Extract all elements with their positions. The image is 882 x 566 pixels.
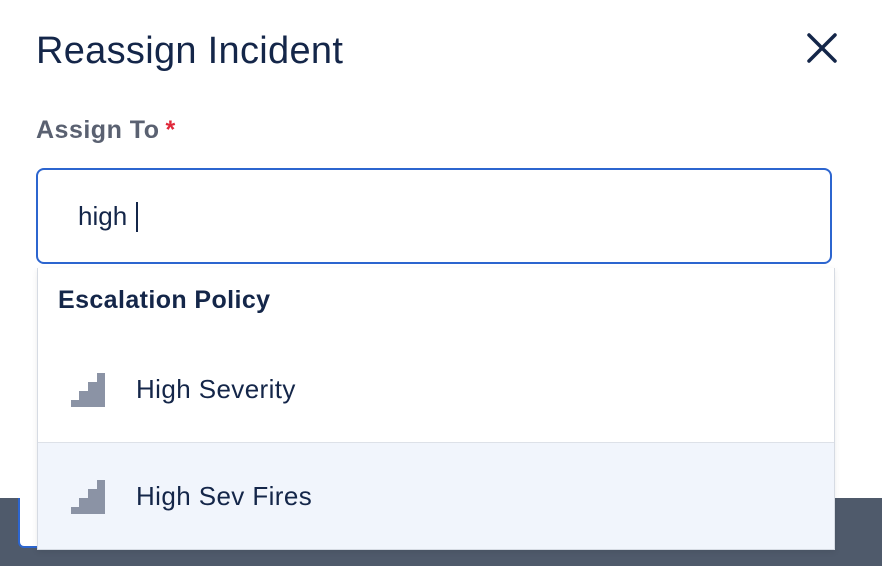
assign-to-field[interactable] (36, 168, 832, 264)
option-high-sev-fires[interactable]: High Sev Fires (38, 443, 834, 549)
escalation-policy-icon (71, 480, 105, 514)
option-label: High Severity (136, 373, 296, 404)
assign-to-label: Assign To * (36, 116, 176, 145)
text-caret (136, 202, 138, 232)
option-high-severity[interactable]: High Severity (38, 336, 834, 443)
reassign-incident-modal: Reassign Incident Assign To* Escalation … (0, 0, 882, 566)
group-header-escalation-policy: Escalation Policy (58, 286, 271, 314)
assign-to-input[interactable] (78, 190, 778, 242)
required-marker: * (165, 116, 176, 144)
close-icon (807, 33, 837, 63)
close-button[interactable] (800, 26, 844, 70)
modal-title: Reassign Incident (36, 30, 344, 72)
escalation-policy-icon (71, 373, 105, 407)
assign-to-dropdown: Escalation Policy High Severity High Sev… (37, 268, 835, 550)
option-label: High Sev Fires (136, 480, 313, 511)
assign-to-label-text: Assign To (36, 116, 160, 144)
